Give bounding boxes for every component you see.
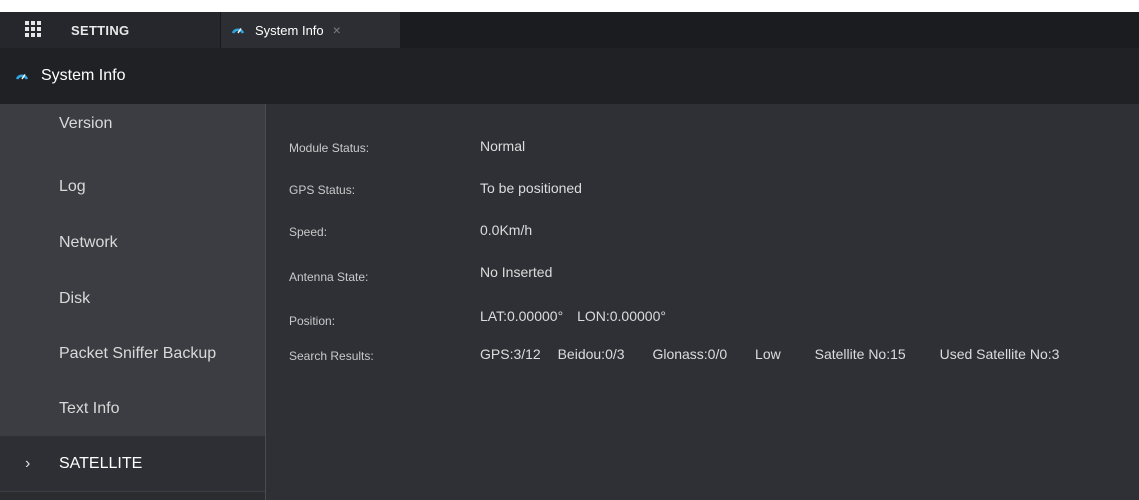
row-antenna-state: Antenna State: No Inserted xyxy=(266,264,1139,284)
speed-label: Speed: xyxy=(289,225,328,239)
row-position: Position: LAT:0.00000° LON:0.00000° xyxy=(266,308,1139,328)
chevron-right-icon: › xyxy=(25,454,31,472)
position-label: Position: xyxy=(289,314,336,328)
sidebar-item-label: Version xyxy=(59,114,113,132)
tab-system-info-label: System Info xyxy=(255,22,324,38)
position-value: LAT:0.00000° LON:0.00000° xyxy=(480,308,666,324)
tab-setting-label: SETTING xyxy=(71,22,130,38)
search-used-satellite-no: Used Satellite No:3 xyxy=(939,346,1060,362)
speed-value: 0.0Km/h xyxy=(480,222,533,238)
tab-setting[interactable]: SETTING xyxy=(0,12,220,48)
row-module-status: Module Status: Normal xyxy=(266,138,1139,158)
row-gps-status: GPS Status: To be positioned xyxy=(266,180,1139,200)
gps-status-value: To be positioned xyxy=(480,180,582,196)
sidebar-footer xyxy=(0,492,265,500)
gps-status-label: GPS Status: xyxy=(289,183,356,197)
gauge-icon xyxy=(231,28,245,34)
page-title: System Info xyxy=(41,67,126,84)
close-icon[interactable]: × xyxy=(333,22,341,38)
module-status-label: Module Status: xyxy=(289,141,370,155)
tab-system-info[interactable]: System Info × xyxy=(220,12,400,48)
search-results-label: Search Results: xyxy=(289,349,374,363)
sidebar-item-version[interactable]: Version xyxy=(0,104,265,159)
search-results-value: GPS:3/12 Beidou:0/3 Glonass:0/0 Low Sate… xyxy=(480,346,1059,362)
sidebar-item-label: Log xyxy=(59,177,86,195)
sidebar-item-label: Text Info xyxy=(59,399,120,417)
sidebar-item-log[interactable]: Log xyxy=(0,159,265,214)
grid-icon[interactable] xyxy=(25,21,43,39)
sidebar-item-label: Network xyxy=(59,233,118,251)
page-title-bar: System Info xyxy=(0,48,1139,104)
antenna-state-value: No Inserted xyxy=(480,264,553,280)
search-glonass: Glonass:0/0 xyxy=(652,346,728,362)
search-gps: GPS:3/12 xyxy=(480,346,541,362)
system-info-panel: Module Status: Normal GPS Status: To be … xyxy=(265,104,1139,500)
tab-bar: SETTING System Info × xyxy=(0,12,1139,48)
sidebar: Version Log Network Disk Packet Sniffer … xyxy=(0,104,265,500)
module-status-value: Normal xyxy=(480,138,526,154)
search-satellite-no: Satellite No:15 xyxy=(814,346,906,362)
search-level: Low xyxy=(755,346,781,362)
sidebar-item-disk[interactable]: Disk xyxy=(0,271,265,326)
top-strip xyxy=(0,0,1139,12)
search-beidou: Beidou:0/3 xyxy=(557,346,625,362)
sidebar-item-satellite[interactable]: › SATELLITE xyxy=(0,436,265,491)
gauge-icon xyxy=(15,74,29,80)
app-window: SETTING System Info × System Info Versio… xyxy=(0,0,1139,500)
sidebar-item-network[interactable]: Network xyxy=(0,215,265,270)
antenna-state-label: Antenna State: xyxy=(289,270,369,284)
sidebar-item-label: Disk xyxy=(59,289,91,307)
sidebar-item-label: Packet Sniffer Backup xyxy=(59,344,217,362)
row-search-results: Search Results: GPS:3/12 Beidou:0/3 Glon… xyxy=(266,344,1139,364)
row-speed: Speed: 0.0Km/h xyxy=(266,222,1139,242)
sidebar-item-label: SATELLITE xyxy=(59,454,143,472)
position-lat: LAT:0.00000° xyxy=(480,308,564,324)
position-lon: LON:0.00000° xyxy=(577,308,666,324)
sidebar-item-packet-sniffer-backup[interactable]: Packet Sniffer Backup xyxy=(0,326,265,381)
sidebar-item-text-info[interactable]: Text Info xyxy=(0,381,265,436)
